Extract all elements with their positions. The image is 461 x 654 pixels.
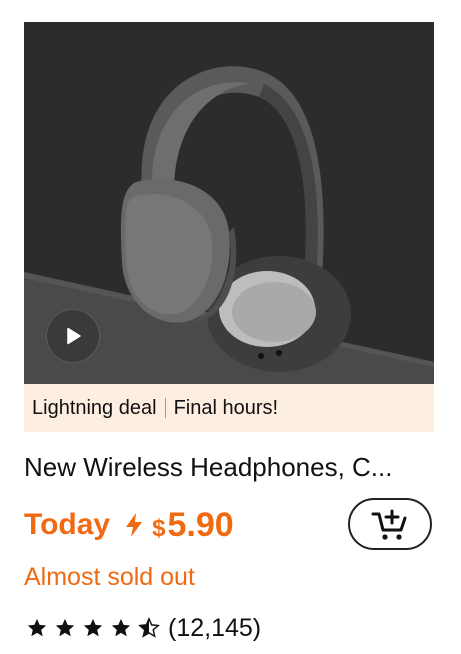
stock-status: Almost sold out (24, 563, 195, 591)
banner-divider (164, 398, 166, 418)
product-title[interactable]: New Wireless Headphones, C... (24, 452, 434, 483)
product-image[interactable] (24, 22, 434, 384)
add-to-cart-icon (371, 509, 407, 540)
product-card[interactable]: Lightning deal Final hours! New Wireless… (0, 0, 461, 654)
add-to-cart-button[interactable] (348, 498, 432, 550)
review-count[interactable]: (12,145) (168, 614, 261, 643)
price: $ 5.90 (152, 506, 234, 545)
deal-label: Lightning deal (32, 396, 157, 419)
price-amount: 5.90 (167, 505, 234, 544)
play-icon (67, 327, 81, 345)
star-half-icon (138, 617, 160, 638)
price-prefix: Today (24, 508, 111, 541)
star-full-icon (111, 618, 131, 637)
star-rating (26, 617, 160, 639)
video-play-button[interactable] (46, 309, 100, 363)
star-full-icon (55, 618, 75, 637)
star-full-icon (83, 618, 103, 637)
price-row: Today $ 5.90 (24, 503, 234, 547)
star-full-icon (27, 618, 47, 637)
rating-row[interactable]: (12,145) (26, 611, 261, 645)
deal-banner: Lightning deal Final hours! (24, 384, 434, 432)
lightning-bolt-icon (124, 512, 144, 538)
urgency-label: Final hours! (173, 396, 279, 419)
price-currency: $ (152, 514, 166, 542)
